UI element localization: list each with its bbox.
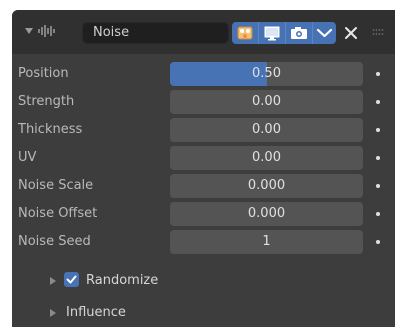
keyframe-dot-icon[interactable]	[376, 184, 380, 188]
property-row-uv: UV 0.00	[12, 146, 395, 170]
property-label: Noise Seed	[18, 234, 91, 249]
property-value: 0.00	[252, 94, 281, 109]
checkmark-icon	[66, 275, 77, 284]
randomize-checkbox[interactable]	[64, 272, 79, 287]
modifier-name-field[interactable]: Noise	[82, 22, 229, 44]
viewport-toggle-button[interactable]	[259, 22, 285, 44]
noise-seed-field[interactable]: 1	[170, 230, 363, 254]
subpanel-randomize[interactable]: Randomize	[12, 269, 395, 293]
keyframe-dot-icon[interactable]	[376, 128, 380, 132]
drag-handle-icon[interactable]	[372, 28, 384, 36]
property-row-strength: Strength 0.00	[12, 90, 395, 114]
influence-label: Influence	[66, 305, 126, 320]
close-button[interactable]	[341, 23, 361, 43]
chevron-down-icon[interactable]	[25, 28, 33, 34]
property-row-noise-scale: Noise Scale 0.000	[12, 174, 395, 198]
property-row-thickness: Thickness 0.00	[12, 118, 395, 142]
edit-mode-icon	[237, 26, 253, 40]
randomize-label: Randomize	[86, 273, 159, 288]
keyframe-dot-icon[interactable]	[376, 212, 380, 216]
render-toggle-button[interactable]	[286, 22, 312, 44]
keyframe-dot-icon[interactable]	[376, 156, 380, 160]
property-row-noise-offset: Noise Offset 0.000	[12, 202, 395, 226]
chevron-down-icon	[316, 28, 333, 38]
property-value: 1	[262, 234, 271, 249]
property-value: 0.50	[252, 66, 281, 81]
close-icon	[345, 27, 357, 39]
property-label: Strength	[18, 94, 75, 109]
camera-icon	[291, 27, 307, 39]
thickness-field[interactable]: 0.00	[170, 118, 363, 142]
modifier-panel: Noise Position 0.50 Strength 0.00 Thickn…	[12, 10, 395, 327]
property-label: Position	[18, 66, 69, 81]
subpanel-influence[interactable]: Influence	[12, 301, 395, 325]
property-value: 0.000	[247, 178, 286, 193]
property-label: Thickness	[18, 122, 83, 137]
property-label: Noise Scale	[18, 178, 94, 193]
property-row-noise-seed: Noise Seed 1	[12, 230, 395, 254]
strength-field[interactable]: 0.00	[170, 90, 363, 114]
edit-mode-button[interactable]	[232, 22, 258, 44]
keyframe-dot-icon[interactable]	[376, 72, 380, 76]
modifier-header: Noise	[12, 10, 395, 54]
noise-scale-field[interactable]: 0.000	[170, 174, 363, 198]
property-label: Noise Offset	[18, 206, 98, 221]
keyframe-dot-icon[interactable]	[376, 240, 380, 244]
modifier-dropdown-button[interactable]	[313, 22, 336, 44]
chevron-right-icon[interactable]	[50, 277, 56, 285]
chevron-right-icon[interactable]	[50, 309, 56, 317]
noise-offset-field[interactable]: 0.000	[170, 202, 363, 226]
screenshot-root: Noise Position 0.50 Strength 0.00 Thickn…	[0, 0, 395, 327]
position-slider[interactable]: 0.50	[170, 62, 363, 86]
wave-icon	[38, 25, 55, 37]
keyframe-dot-icon[interactable]	[376, 100, 380, 104]
modifier-toggle-group	[232, 22, 336, 44]
property-value: 0.00	[252, 150, 281, 165]
monitor-icon	[264, 26, 280, 41]
uv-field[interactable]: 0.00	[170, 146, 363, 170]
property-value: 0.000	[247, 206, 286, 221]
property-row-position: Position 0.50	[12, 62, 395, 86]
property-value: 0.00	[252, 122, 281, 137]
property-label: UV	[18, 150, 37, 165]
